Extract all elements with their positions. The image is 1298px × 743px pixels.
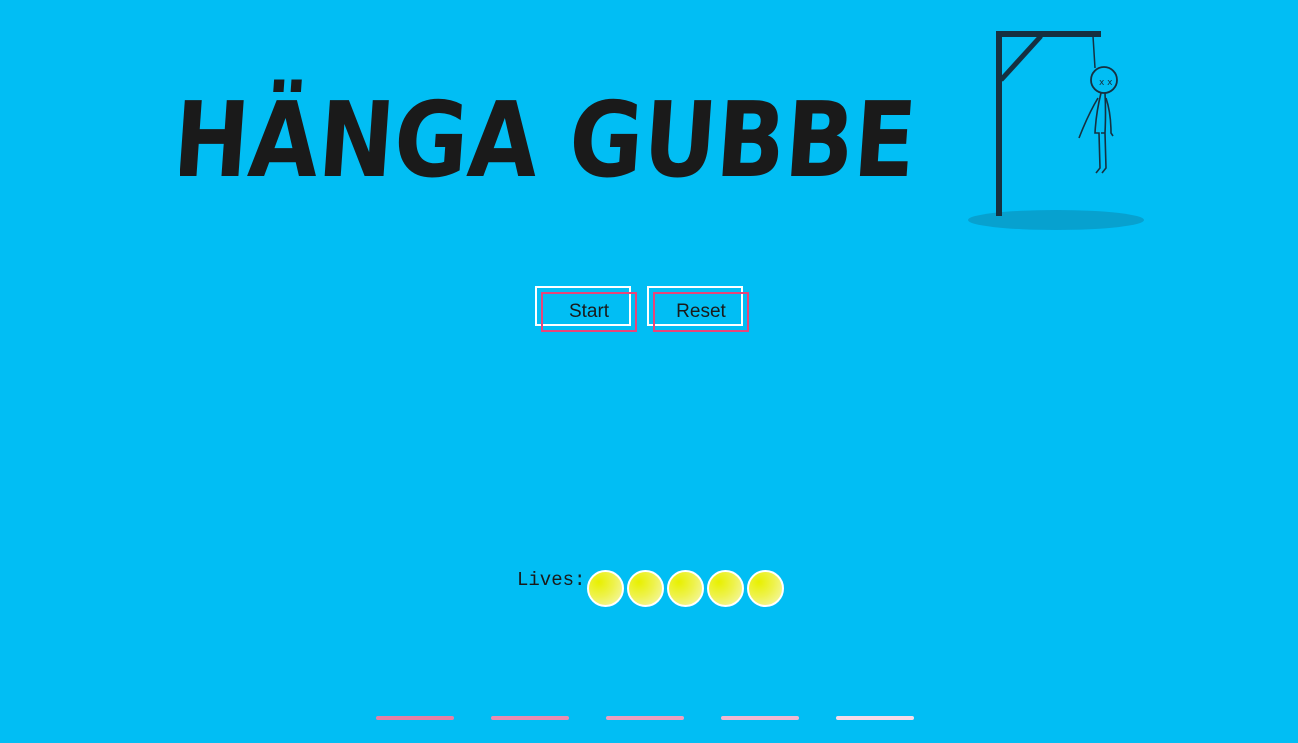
letter-slot [491, 716, 569, 720]
life-token [707, 570, 745, 607]
hangman-illustration: x x [965, 28, 1147, 234]
svg-text:x x: x x [1099, 78, 1113, 88]
letter-slot [606, 716, 684, 720]
game-screen: HÄNGA GUBBE x x Start Reset Lives: [0, 0, 1298, 743]
start-button[interactable]: Start [535, 286, 637, 332]
reset-button[interactable]: Reset [647, 286, 749, 332]
control-buttons: Start Reset [535, 286, 749, 332]
letter-slot [376, 716, 454, 720]
reset-button-label: Reset [676, 301, 726, 322]
life-token [747, 570, 785, 607]
game-title-logo: HÄNGA GUBBE [180, 50, 930, 190]
letter-slot [836, 716, 914, 720]
life-token [587, 570, 625, 607]
lives-label: Lives: [517, 569, 586, 591]
letter-slot [721, 716, 799, 720]
life-token [627, 570, 665, 607]
start-button-label: Start [568, 301, 610, 322]
game-title-text: HÄNGA GUBBE [180, 79, 920, 190]
word-letter-slots [376, 716, 914, 720]
lives-indicator [587, 570, 785, 607]
lives-display: Lives: [517, 568, 785, 607]
life-token [667, 570, 705, 607]
